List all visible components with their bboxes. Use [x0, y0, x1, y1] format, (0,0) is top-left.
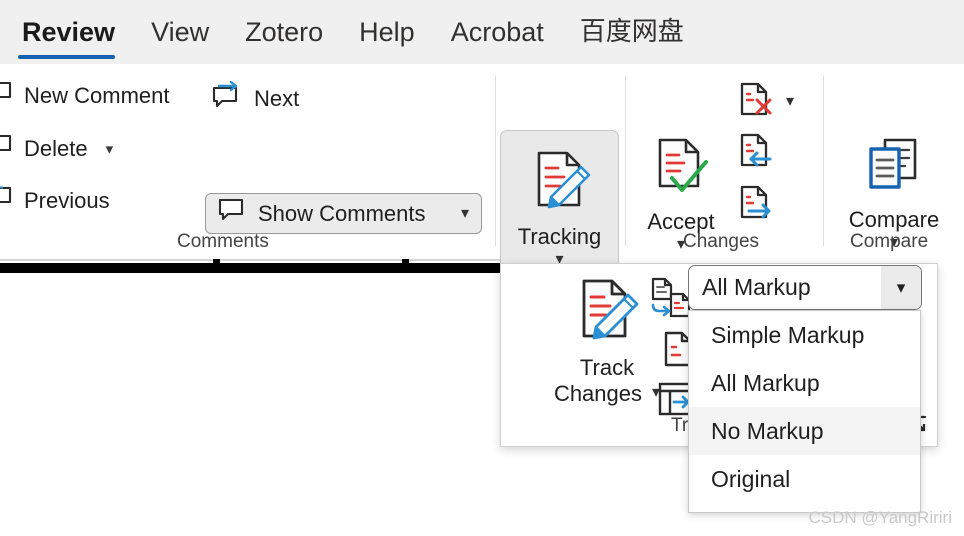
tab-help-label: Help — [359, 16, 415, 47]
track-changes-doc-pencil-icon — [527, 147, 593, 218]
accept-change-check-icon — [650, 136, 712, 203]
previous-comment-button[interactable]: Previous — [0, 186, 110, 216]
tab-review[interactable]: Review — [0, 16, 133, 59]
tracking-button-label: Tracking — [517, 224, 602, 250]
horizontal-ruler[interactable] — [0, 259, 500, 273]
tab-acrobat-label: Acrobat — [450, 16, 544, 47]
previous-change-button[interactable] — [736, 132, 774, 175]
tab-acrobat[interactable]: Acrobat — [433, 16, 562, 47]
dropdown-option-label: Simple Markup — [711, 321, 865, 348]
new-comment-button[interactable]: New Comment — [0, 81, 169, 111]
chevron-down-icon[interactable]: ▾ — [786, 93, 794, 110]
next-change-button[interactable] — [736, 184, 774, 227]
tab-zotero-label: Zotero — [245, 16, 324, 47]
track-changes-line2: Changes — [553, 380, 643, 406]
dropdown-option-label: No Markup — [711, 417, 824, 444]
dropdown-option-simple-markup[interactable]: Simple Markup — [689, 311, 920, 359]
tab-view[interactable]: View — [133, 16, 227, 47]
chevron-down-icon[interactable]: ▾ — [881, 266, 921, 309]
ruler-top-line — [0, 259, 500, 261]
reject-change-cross-icon — [736, 80, 774, 123]
group-divider-changes — [823, 76, 824, 246]
next-comment-button[interactable]: Next — [210, 80, 300, 117]
compare-button-label: Compare — [848, 207, 940, 233]
track-changes-line1: Track — [579, 355, 635, 381]
ribbon: New Comment Delete ▾ Previous Next Show … — [0, 64, 964, 320]
group-divider-comments — [495, 76, 496, 246]
tab-zotero[interactable]: Zotero — [227, 16, 341, 47]
tab-view-label: View — [151, 16, 210, 47]
tab-help[interactable]: Help — [341, 16, 433, 47]
previous-comment-label: Previous — [24, 188, 110, 213]
chevron-down-icon[interactable]: ▾ — [106, 142, 114, 157]
show-comments-toggle[interactable]: Show Comments ▾ — [205, 193, 482, 234]
show-comments-label: Show Comments — [258, 200, 426, 226]
dropdown-option-original[interactable]: Original — [689, 455, 920, 503]
dropdown-option-all-markup[interactable]: All Markup — [689, 359, 920, 407]
dropdown-option-label: Original — [711, 465, 791, 492]
display-for-review-dropdown-list[interactable]: Simple Markup All Markup No Markup Origi… — [688, 310, 921, 513]
previous-change-arrow-icon — [736, 133, 774, 174]
next-change-arrow-icon — [736, 185, 774, 226]
group-label-compare: Compare — [850, 231, 929, 252]
ribbon-tab-strip: Review View Zotero Help Acrobat 百度网盘 — [0, 0, 964, 64]
group-label-comments: Comments — [177, 231, 269, 252]
comment-next-icon — [210, 80, 244, 117]
tab-review-label: Review — [22, 16, 116, 47]
delete-comment-button[interactable]: Delete ▾ — [0, 134, 113, 164]
reject-button[interactable]: ▾ — [736, 80, 794, 123]
dropdown-option-label: All Markup — [711, 369, 820, 396]
new-comment-label: New Comment — [24, 83, 170, 108]
watermark-text: CSDN @YangRiriri — [808, 508, 952, 527]
next-comment-label: Next — [254, 86, 300, 111]
group-label-changes: Changes — [683, 231, 760, 252]
ruler-tab-stop[interactable] — [213, 259, 220, 264]
tab-baidu-netdisk-label: 百度网盘 — [579, 17, 684, 47]
tab-active-underline — [18, 54, 116, 59]
chevron-down-icon[interactable]: ▾ — [461, 205, 469, 222]
dropdown-option-no-markup[interactable]: No Markup — [689, 407, 920, 455]
comment-previous-icon — [0, 186, 14, 216]
comment-bubble-icon — [0, 81, 14, 111]
comment-show-icon — [218, 198, 246, 230]
display-for-review-value: All Markup — [702, 274, 811, 300]
delete-comment-label: Delete — [24, 136, 88, 161]
ruler-tab-stop[interactable] — [402, 259, 409, 264]
display-for-review-combobox[interactable]: All Markup ▾ — [688, 265, 922, 310]
track-changes-doc-pencil-icon — [572, 276, 642, 349]
comment-delete-icon — [0, 134, 14, 164]
compare-documents-icon — [863, 136, 925, 201]
tab-baidu-netdisk[interactable]: 百度网盘 — [562, 19, 702, 45]
group-divider-tracking — [625, 76, 626, 246]
